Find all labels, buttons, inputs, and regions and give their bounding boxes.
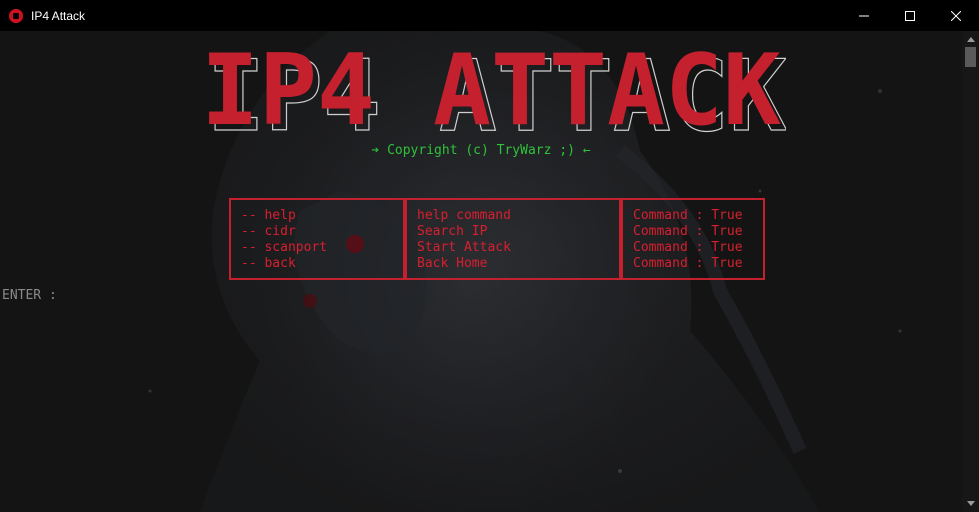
minimize-icon: [859, 15, 869, 16]
vertical-scrollbar[interactable]: [962, 31, 979, 512]
command-name-column: -- help -- cidr -- scanport -- back: [229, 198, 405, 280]
console-window: IP4 Attack IP4 ATTACK IP4 ATTACK ➔ Copyr…: [0, 0, 979, 512]
command-status: Command : True: [633, 256, 743, 271]
command-name-cidr: -- cidr: [241, 224, 296, 239]
chevron-up-icon: [966, 37, 975, 42]
title-bar[interactable]: IP4 Attack: [0, 0, 979, 31]
window-title: IP4 Attack: [31, 8, 86, 23]
ascii-banner: IP4 ATTACK IP4 ATTACK: [201, 44, 786, 136]
maximize-button[interactable]: [887, 0, 933, 31]
scroll-thumb[interactable]: [965, 47, 976, 67]
command-description-column: help command Search IP Start Attack Back…: [405, 198, 621, 280]
command-name-back: -- back: [241, 256, 296, 271]
command-table: -- help -- cidr -- scanport -- back help…: [229, 198, 765, 280]
command-status: Command : True: [633, 240, 743, 255]
copyright-line: ➔ Copyright (c) TryWarz ;) ←: [371, 143, 591, 158]
app-shield-icon: [9, 8, 23, 23]
command-status-column: Command : True Command : True Command : …: [621, 198, 765, 280]
window-controls: [841, 0, 979, 31]
command-description: Start Attack: [417, 240, 511, 255]
command-description: Search IP: [417, 224, 488, 239]
banner-text: IP4 ATTACK: [201, 44, 781, 136]
scroll-down-button[interactable]: [962, 495, 979, 512]
command-name-help: -- help: [241, 208, 296, 223]
command-status: Command : True: [633, 224, 743, 239]
minimize-button[interactable]: [841, 0, 887, 31]
close-icon: [951, 10, 961, 21]
maximize-icon: [905, 10, 915, 21]
command-description: help command: [417, 208, 511, 223]
command-prompt-input[interactable]: ENTER :: [2, 288, 57, 304]
close-button[interactable]: [933, 0, 979, 31]
command-name-scanport: -- scanport: [241, 240, 328, 255]
scroll-up-button[interactable]: [962, 31, 979, 48]
chevron-down-icon: [966, 501, 975, 506]
command-description: Back Home: [417, 256, 488, 271]
command-status: Command : True: [633, 208, 743, 223]
